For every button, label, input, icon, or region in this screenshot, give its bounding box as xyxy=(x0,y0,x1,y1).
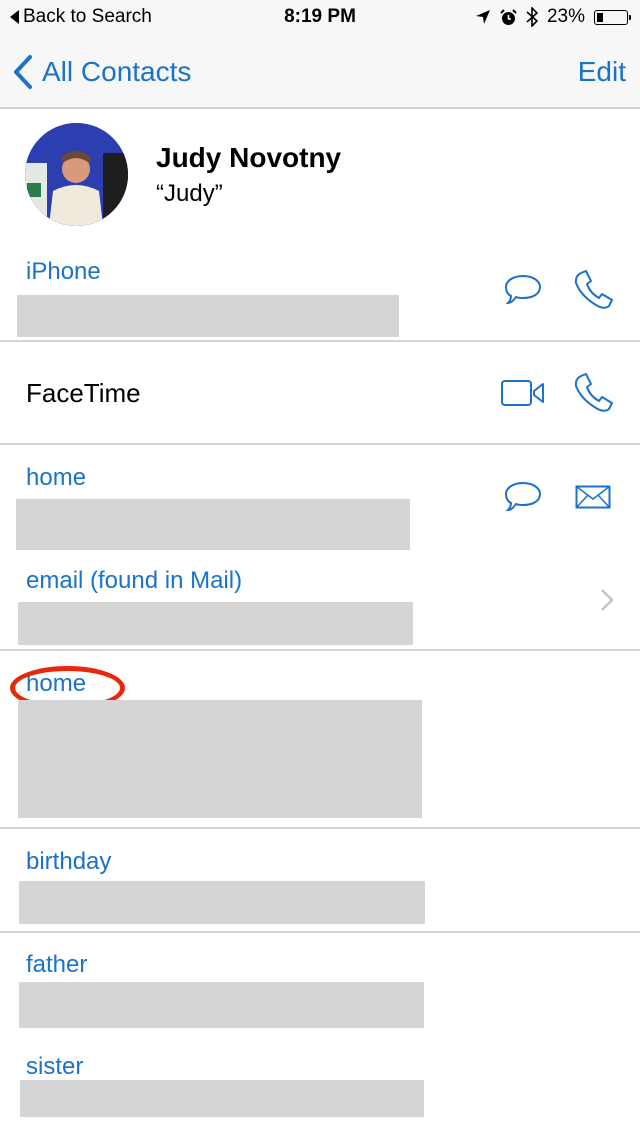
avatar xyxy=(25,123,128,226)
divider xyxy=(0,827,640,829)
contact-header: Judy Novotny “Judy” xyxy=(0,110,640,234)
chevron-right-icon[interactable] xyxy=(600,588,614,612)
message-icon[interactable] xyxy=(503,480,543,514)
battery-icon xyxy=(594,9,631,25)
divider xyxy=(0,443,640,445)
chevron-left-icon xyxy=(14,55,32,89)
video-camera-icon[interactable] xyxy=(500,378,546,408)
birthday-redacted[interactable] xyxy=(19,881,425,924)
all-contacts-label: All Contacts xyxy=(42,56,192,87)
navigation-bar: All Contacts Edit xyxy=(0,36,640,109)
home-email-redacted[interactable] xyxy=(16,499,410,550)
iphone-label: iPhone xyxy=(26,258,101,285)
father-redacted[interactable] xyxy=(19,982,424,1028)
home-email-label: home xyxy=(26,464,87,491)
home-address-redacted[interactable] xyxy=(18,700,422,818)
father-label: father xyxy=(26,951,88,978)
found-email-redacted[interactable] xyxy=(18,602,413,645)
contact-nickname: “Judy” xyxy=(156,180,223,207)
phone-icon[interactable] xyxy=(572,373,614,415)
bluetooth-icon xyxy=(526,7,538,27)
divider xyxy=(0,931,640,933)
alarm-icon xyxy=(500,8,517,25)
sister-label: sister xyxy=(26,1053,84,1080)
iphone-number-redacted[interactable] xyxy=(17,295,399,337)
contact-name: Judy Novotny xyxy=(156,142,342,173)
battery-fill xyxy=(597,12,603,22)
edit-button[interactable]: Edit xyxy=(578,56,626,88)
phone-icon[interactable] xyxy=(572,270,614,312)
mail-icon[interactable] xyxy=(575,485,611,509)
divider xyxy=(0,649,640,651)
birthday-label: birthday xyxy=(26,848,112,875)
status-bar: Back to Search 8:19 PM 23% xyxy=(0,0,640,36)
facetime-label: FaceTime xyxy=(26,378,141,408)
divider xyxy=(0,340,640,342)
battery-percent: 23% xyxy=(546,6,585,27)
sister-redacted[interactable] xyxy=(20,1080,424,1117)
message-icon[interactable] xyxy=(503,273,543,307)
location-arrow-icon xyxy=(475,10,490,24)
all-contacts-back-button[interactable]: All Contacts xyxy=(12,54,191,90)
found-email-label: email (found in Mail) xyxy=(26,567,243,594)
